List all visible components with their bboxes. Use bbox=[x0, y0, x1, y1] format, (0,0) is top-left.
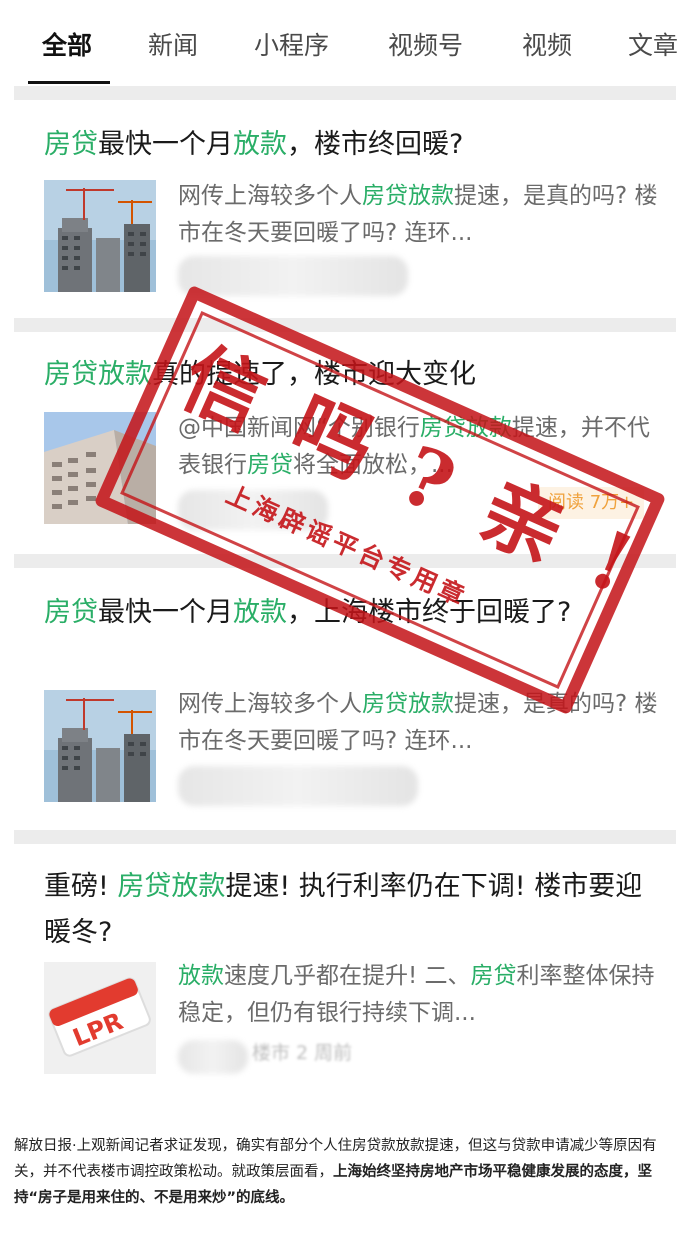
tab-video[interactable]: 视频 bbox=[522, 26, 572, 62]
result-title[interactable]: 房贷放款真的提速了，楼市迎大变化 bbox=[44, 352, 644, 398]
divider bbox=[14, 830, 676, 844]
divider bbox=[14, 86, 676, 100]
tab-channels[interactable]: 视频号 bbox=[388, 26, 463, 62]
search-tab-bar: 全部 新闻 小程序 视频号 视频 文章 bbox=[0, 0, 690, 88]
highlight-keyword: 房贷放款 bbox=[117, 871, 226, 902]
text-segment: 速度几乎都在提升! 二、 bbox=[224, 963, 471, 989]
article-caption: 解放日报·上观新闻记者求证发现，确实有部分个人住房贷款放款提速，但这与贷款申请减… bbox=[14, 1133, 676, 1211]
result-card-2[interactable]: 房贷放款真的提速了，楼市迎大变化 @中国新闻网“个别银行房贷放款提速，并不代表银… bbox=[14, 332, 676, 554]
apartment-photo-icon bbox=[44, 412, 156, 524]
tab-news[interactable]: 新闻 bbox=[148, 26, 198, 62]
highlight-keyword: 放款 bbox=[233, 597, 287, 628]
result-title[interactable]: 房贷最快一个月放款，上海楼市终于回暖了? bbox=[44, 590, 644, 636]
result-snippet: @中国新闻网“个别银行房贷放款提速，并不代表银行房贷将全面放松，... bbox=[178, 410, 658, 484]
highlight-keyword: 房贷 bbox=[470, 963, 517, 989]
text-segment: @中国新闻网“个别银行 bbox=[178, 415, 420, 441]
highlight-keyword: 放款 bbox=[233, 129, 287, 160]
text-segment: 真的提速了，楼市迎大变化 bbox=[152, 359, 476, 390]
building-photo-icon bbox=[44, 690, 156, 802]
result-snippet: 网传上海较多个人房贷放款提速，是真的吗? 楼市在冬天要回暖了吗? 连环... bbox=[178, 178, 658, 252]
result-snippet: 放款速度几乎都在提升! 二、房贷利率整体保持稳定，但仍有银行持续下调... bbox=[178, 958, 658, 1032]
divider bbox=[14, 318, 676, 332]
highlight-keyword: 房贷放款 bbox=[44, 359, 152, 390]
text-segment: 将全面放松，... bbox=[293, 452, 453, 478]
highlight-keyword: 房贷放款 bbox=[362, 691, 454, 717]
text-segment: 最快一个月 bbox=[98, 129, 233, 160]
blurred-meta-left bbox=[178, 1040, 248, 1074]
result-card-3[interactable]: 房贷最快一个月放款，上海楼市终于回暖了? 网传上海较多个人房贷放款提速，是真的吗… bbox=[14, 568, 676, 830]
text-segment: 最快一个月 bbox=[98, 597, 233, 628]
highlight-keyword: 房贷放款 bbox=[419, 415, 512, 441]
tab-articles[interactable]: 文章 bbox=[628, 26, 678, 62]
result-title[interactable]: 重磅! 房贷放款提速! 执行利率仍在下调! 楼市要迎暖冬? bbox=[44, 864, 644, 956]
active-tab-indicator bbox=[28, 81, 110, 84]
result-title[interactable]: 房贷最快一个月放款，楼市终回暖? bbox=[44, 122, 644, 168]
highlight-keyword: 房贷 bbox=[44, 597, 98, 628]
blurred-meta bbox=[178, 256, 408, 296]
text-segment: ，上海楼市终于回暖了? bbox=[287, 597, 572, 628]
text-segment: 网传上海较多个人 bbox=[178, 183, 362, 209]
blurred-meta: 楼市 2 周前 bbox=[252, 1042, 353, 1064]
text-segment: 网传上海较多个人 bbox=[178, 691, 362, 717]
blurred-meta bbox=[178, 490, 328, 530]
result-snippet: 网传上海较多个人房贷放款提速，是真的吗? 楼市在冬天要回暖了吗? 连环... bbox=[178, 686, 658, 760]
text-segment: 重磅! bbox=[44, 871, 118, 902]
highlight-keyword: 房贷放款 bbox=[362, 183, 454, 209]
divider bbox=[14, 554, 676, 568]
result-card-1[interactable]: 房贷最快一个月放款，楼市终回暖? 网传上海较多个人房贷放款提速，是真的吗? 楼市… bbox=[14, 100, 676, 318]
result-card-4[interactable]: 重磅! 房贷放款提速! 执行利率仍在下调! 楼市要迎暖冬? LPR 放款速度几乎… bbox=[14, 844, 676, 1096]
highlight-keyword: 房贷 bbox=[247, 452, 293, 478]
tab-all[interactable]: 全部 bbox=[42, 26, 92, 62]
text-segment: ，楼市终回暖? bbox=[287, 129, 464, 160]
tab-mini-program[interactable]: 小程序 bbox=[254, 26, 329, 62]
read-count-badge: 阅读 7万+ bbox=[538, 487, 645, 519]
highlight-keyword: 房贷 bbox=[44, 129, 98, 160]
blurred-meta bbox=[178, 766, 418, 806]
building-photo-icon bbox=[44, 180, 156, 292]
highlight-keyword: 放款 bbox=[178, 963, 224, 989]
lpr-card-icon: LPR bbox=[44, 962, 156, 1074]
